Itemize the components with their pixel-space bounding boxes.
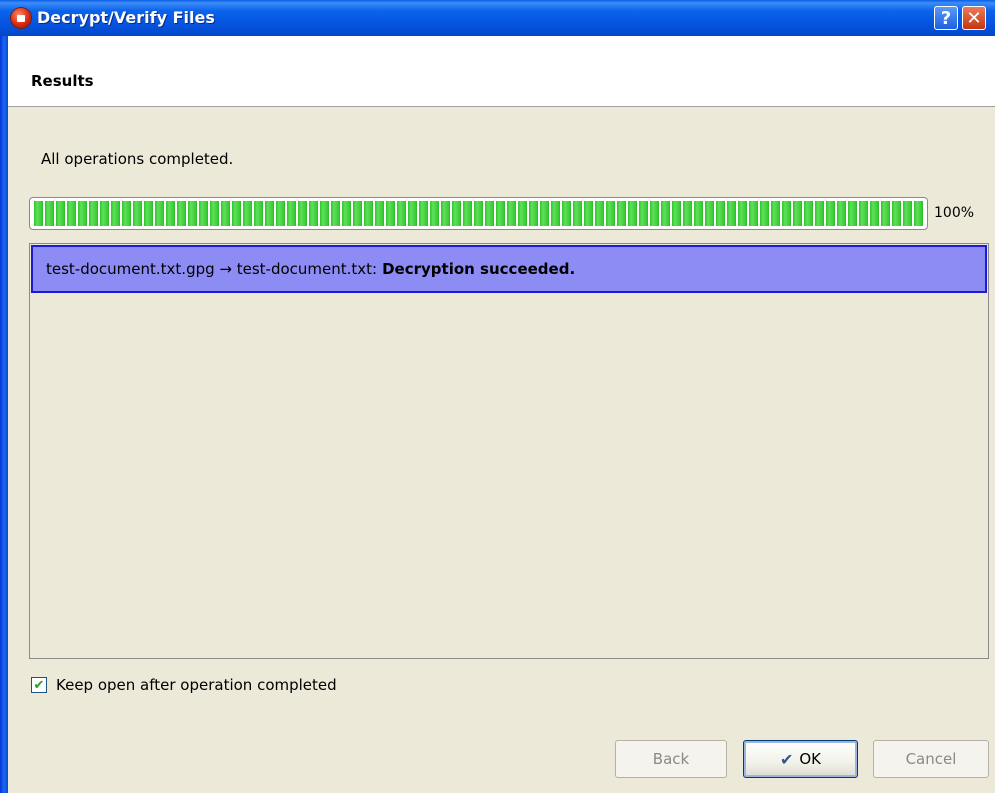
checkmark-icon: ✔ xyxy=(33,677,45,693)
keep-open-option[interactable]: ✔ Keep open after operation completed xyxy=(31,676,337,694)
progress-bar xyxy=(29,197,928,230)
window-frame xyxy=(0,36,8,793)
list-item[interactable]: test-document.txt.gpg → test-document.tx… xyxy=(31,245,987,293)
result-file-mapping: test-document.txt.gpg → test-document.tx… xyxy=(46,260,378,278)
keep-open-label[interactable]: Keep open after operation completed xyxy=(56,676,337,694)
back-button-label: Back xyxy=(652,750,690,768)
ok-button-label: OK xyxy=(799,750,822,768)
close-icon: ✕ xyxy=(966,7,982,29)
page-title: Results xyxy=(31,72,94,90)
progress-percent: 100% xyxy=(934,205,975,221)
help-icon: ? xyxy=(940,7,952,29)
title-bar[interactable]: Decrypt/Verify Files ? ✕ xyxy=(0,0,995,36)
cancel-button-label: Cancel xyxy=(905,750,957,768)
cancel-button[interactable]: Cancel xyxy=(873,740,989,778)
decrypt-verify-dialog: Decrypt/Verify Files ? ✕ Results All ope… xyxy=(0,0,995,793)
ok-button[interactable]: ✔ OK xyxy=(743,740,858,778)
kleopatra-app-icon xyxy=(11,8,31,28)
back-button[interactable]: Back xyxy=(615,740,727,778)
close-button[interactable]: ✕ xyxy=(962,6,986,30)
checkmark-icon: ✔ xyxy=(779,749,794,769)
result-status: Decryption succeeded. xyxy=(382,260,576,278)
help-button[interactable]: ? xyxy=(934,6,958,30)
wizard-header: Results xyxy=(8,36,995,107)
keep-open-checkbox[interactable]: ✔ xyxy=(31,677,47,693)
results-list[interactable]: test-document.txt.gpg → test-document.tx… xyxy=(29,243,989,659)
status-message: All operations completed. xyxy=(41,150,234,168)
window-title: Decrypt/Verify Files xyxy=(37,8,215,27)
progress-bar-fill xyxy=(34,201,923,226)
